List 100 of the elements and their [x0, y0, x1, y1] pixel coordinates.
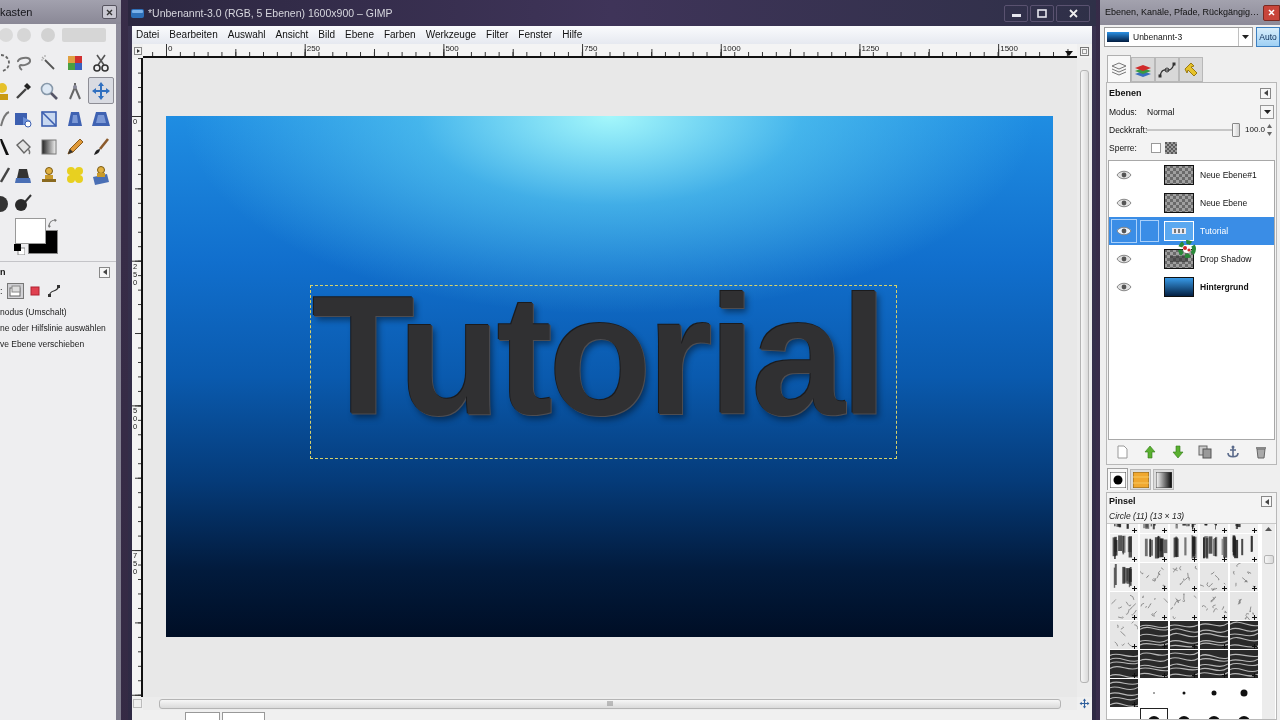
ruler-label: 1000	[722, 45, 741, 53]
brush-tile[interactable]	[1140, 650, 1168, 678]
close-button[interactable]	[102, 5, 117, 19]
ruler-label: 500	[445, 45, 459, 53]
close-icon	[1268, 9, 1275, 16]
brush-tile[interactable]	[1110, 592, 1138, 620]
scrollbar-thumb[interactable]	[159, 698, 1061, 709]
color-swatches[interactable]	[15, 218, 58, 254]
ruler-label: 1500	[1000, 45, 1018, 53]
menu-item[interactable]: Datei	[136, 30, 160, 40]
ruler-label: 750	[584, 45, 598, 53]
brush-tile[interactable]	[1140, 563, 1168, 591]
brush-tile[interactable]	[1170, 563, 1198, 591]
close-button[interactable]	[1263, 4, 1280, 21]
menu-item[interactable]: Ebene	[345, 30, 374, 40]
brush-tile[interactable]	[1110, 650, 1138, 678]
menu-item[interactable]: Bearbeiten	[169, 30, 218, 40]
brush-tile[interactable]	[1230, 650, 1258, 678]
image-menu-button[interactable]	[132, 44, 143, 58]
vertical-scrollbar[interactable]	[1077, 58, 1092, 697]
brush-tile[interactable]	[1110, 563, 1138, 591]
canvas-text: Tutorial	[312, 286, 885, 426]
figure-icon	[0, 80, 10, 101]
option-text: nodus (Umschalt)	[0, 308, 68, 317]
brush-tile[interactable]	[1110, 679, 1138, 707]
vertical-scrollbar[interactable]	[1262, 524, 1275, 719]
maximize-icon	[1037, 8, 1047, 18]
mode-button[interactable]	[27, 283, 43, 299]
menu-item[interactable]: Auswahl	[227, 30, 266, 40]
opacity-value[interactable]: 100.0	[1245, 126, 1267, 134]
layer-name: Tutorial	[1199, 226, 1229, 236]
maximize-button[interactable]	[1030, 4, 1054, 22]
brush-tile[interactable]	[1230, 621, 1258, 649]
brush-tile[interactable]	[1140, 592, 1168, 620]
panel-menu-button[interactable]	[1261, 496, 1272, 507]
caret-icon	[1263, 110, 1271, 114]
four-way-arrow-icon	[1079, 698, 1090, 709]
image-selector[interactable]: Unbenannt-3	[1104, 27, 1253, 47]
minimize-icon	[1011, 13, 1021, 17]
layer-thumbnail	[1164, 221, 1194, 241]
brush-tile[interactable]	[1110, 621, 1138, 649]
brush-tile[interactable]	[1200, 563, 1228, 591]
status-field[interactable]	[185, 712, 220, 720]
swap-arrow-icon	[48, 219, 57, 228]
panel-title: Ebenen	[1109, 88, 1142, 98]
layer-thumbnail	[1164, 277, 1194, 297]
menu-item[interactable]: Hilfe	[562, 30, 583, 40]
layer-name: Drop Shadow	[1199, 254, 1252, 264]
mode-label: :	[0, 286, 3, 296]
auto-button[interactable]: Auto	[1256, 27, 1280, 47]
gradient-square-icon	[39, 136, 59, 157]
brush-tile[interactable]	[1170, 650, 1198, 678]
scrollbar-thumb[interactable]	[1080, 70, 1089, 683]
trash-icon	[1254, 445, 1269, 459]
brush-tile[interactable]	[1200, 592, 1228, 620]
grip-icon	[607, 701, 613, 706]
curve-icon	[0, 108, 10, 129]
menu-item[interactable]: Filter	[486, 30, 509, 40]
brush-tile[interactable]	[1200, 621, 1228, 649]
brush-tile[interactable]	[1170, 621, 1198, 649]
brush-tile[interactable]	[1230, 563, 1258, 591]
dock-tab[interactable]	[1153, 469, 1174, 490]
up-arrow-icon	[1265, 527, 1272, 531]
menu-item[interactable]: Bild	[318, 30, 336, 40]
panel-menu-button[interactable]	[99, 266, 110, 278]
pencil-icon	[65, 136, 85, 157]
brush-tile[interactable]	[1200, 650, 1228, 678]
scrollbar-thumb[interactable]	[1263, 555, 1274, 564]
menu-item[interactable]: Ansicht	[275, 30, 309, 40]
minimize-button[interactable]	[1004, 4, 1028, 22]
menu-item[interactable]: Fenster	[518, 30, 553, 40]
dock-tab[interactable]	[1107, 468, 1128, 490]
brush-tile[interactable]	[1170, 592, 1198, 620]
zoom-toggle-button[interactable]	[1077, 44, 1092, 58]
option-text: ne oder Hilfslinie auswählen	[0, 324, 107, 333]
window-title: Ebenen, Kanäle, Pfade, Rückgängig…	[1105, 8, 1260, 17]
square-icon	[29, 285, 41, 297]
brush-tile[interactable]	[1230, 592, 1258, 620]
paintbrush-icon	[91, 136, 111, 157]
dock-tab[interactable]	[1155, 57, 1179, 82]
menu-item[interactable]: Werkzeuge	[425, 30, 477, 40]
brush-tile[interactable]	[1140, 621, 1168, 649]
lock-checkbox[interactable]	[1151, 143, 1161, 153]
wedge-icon	[0, 136, 10, 157]
duplicate-layer-button[interactable]	[1196, 443, 1215, 461]
panel-menu-button[interactable]	[1260, 87, 1271, 99]
image-thumbnail	[1107, 32, 1129, 42]
mode-button[interactable]	[46, 283, 62, 299]
ring-cursor-icon	[1177, 239, 1197, 259]
blob-icon	[65, 164, 85, 185]
ruler-label: 1250	[861, 45, 880, 53]
spin-arrows-icon	[1267, 124, 1272, 136]
mode-dropdown[interactable]: Normal	[1147, 104, 1275, 120]
slider-thumb[interactable]	[1232, 123, 1240, 137]
blurred-shapes-icon	[0, 26, 108, 44]
menu-item[interactable]: Farben	[383, 30, 416, 40]
anchor-icon	[1226, 445, 1241, 459]
status-field[interactable]	[222, 712, 265, 720]
horizontal-scrollbar[interactable]	[143, 697, 1077, 710]
close-button[interactable]	[1056, 4, 1090, 22]
